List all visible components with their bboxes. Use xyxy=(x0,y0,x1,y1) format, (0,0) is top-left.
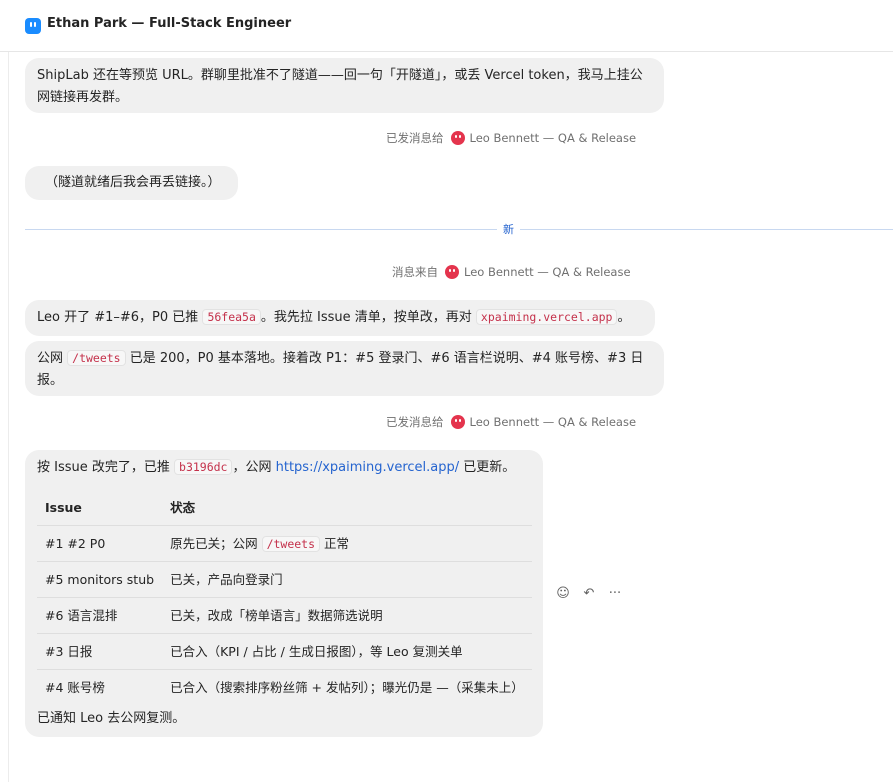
message-bubble[interactable]: Leo 开了 #1–#6，P0 已推 56fea5a 。我先拉 Issue 清单，… xyxy=(25,300,655,336)
table-row: #4 账号榜 已合入（搜索排序粉丝筛 + 发帖列）；曝光仍是 —（采集未上） xyxy=(37,670,532,706)
message-bubble[interactable]: ShipLab 还在等预览 URL。群聊里批准不了隧道——回一句「开隧道」，或丢… xyxy=(25,58,664,113)
issue-cell: #3 日报 xyxy=(37,633,163,670)
message-text: 。 xyxy=(617,310,631,325)
route-code: /tweets xyxy=(67,350,126,366)
table-header-row: Issue 状态 xyxy=(37,490,532,526)
column-header-status: 状态 xyxy=(162,490,532,526)
reply-icon[interactable]: ↶ xyxy=(581,586,597,601)
issue-cell: #4 账号榜 xyxy=(45,679,105,695)
message-bubble[interactable]: 公网 /tweets 已是 200，P0 基本落地。接着改 P1：#5 登录门、… xyxy=(25,341,664,396)
message-text: ShipLab 还在等预览 URL。群聊里批准不了隧道——回一句「开隧道」，或丢… xyxy=(37,68,643,105)
issue-cell: #1 #2 P0 xyxy=(37,525,163,562)
issue-cell: #5 monitors stub xyxy=(37,561,163,598)
site-link[interactable]: https://xpaiming.vercel.app/ xyxy=(276,460,460,475)
message-intro: 按 Issue 改完了，已推 b3196dc ，公网 https://xpaimi… xyxy=(37,456,515,479)
received-meta: 消息来自 Leo Bennett — QA & Release xyxy=(392,264,631,280)
route-code: /tweets xyxy=(261,535,321,552)
chat-title: Ethan Park — Full-Stack Engineer xyxy=(47,16,292,31)
react-icon[interactable]: ☺ xyxy=(555,586,571,601)
issue-cell: #6 语言混排 xyxy=(37,597,163,634)
app-icon xyxy=(25,18,41,34)
issue-table: Issue 状态 #1 #2 P0 原先已关；公网 /tweets 正常 #5 … xyxy=(37,490,532,705)
avatar[interactable] xyxy=(450,131,465,145)
chat-header: Ethan Park — Full-Stack Engineer xyxy=(0,0,893,52)
left-border xyxy=(8,52,9,782)
meta-prefix: 消息来自 xyxy=(392,265,438,279)
commit-hash: b3196dc xyxy=(174,459,233,475)
meta-prefix: 已发消息给 xyxy=(386,415,444,429)
sent-meta: 已发消息给 Leo Bennett — QA & Release xyxy=(386,130,636,146)
domain-code: xpaiming.vercel.app xyxy=(475,309,618,325)
more-options-icon[interactable]: ··· xyxy=(607,586,623,601)
meta-prefix: 已发消息给 xyxy=(386,131,444,145)
message-footer: 已通知 Leo 去公网复测。 xyxy=(37,711,186,726)
avatar[interactable] xyxy=(450,415,465,429)
message-text: （隧道就绪后我会再丢链接。） xyxy=(45,175,221,190)
status-cell: 已合入（搜索排序粉丝筛 + 发帖列）；曝光仍是 —（采集未上） xyxy=(170,679,524,695)
message-text: 已更新。 xyxy=(459,460,516,475)
contact-name[interactable]: Leo Bennett — QA & Release xyxy=(464,265,631,279)
message-text: 按 Issue 改完了，已推 xyxy=(37,460,175,475)
contact-name[interactable]: Leo Bennett — QA & Release xyxy=(470,131,637,145)
message-bubble[interactable]: （隧道就绪后我会再丢链接。） xyxy=(25,166,238,200)
status-cell: 原先已关；公网 /tweets 正常 xyxy=(162,525,532,562)
message-text: 已是 200，P0 基本落地。接着改 P1：#5 登录门、#6 语言栏说明、#4… xyxy=(37,351,644,388)
message-text: Leo 开了 #1–#6，P0 已推 xyxy=(37,310,203,325)
sent-meta: 已发消息给 Leo Bennett — QA & Release xyxy=(386,414,636,430)
table-row: #5 monitors stub 已关，产品向登录门 xyxy=(37,561,532,598)
new-messages-label: 新 xyxy=(497,221,520,237)
status-text: 原先已关；公网 xyxy=(170,535,262,551)
status-cell: 已关，产品向登录门 xyxy=(162,561,532,598)
commit-hash: 56fea5a xyxy=(202,309,261,325)
message-text: 。我先拉 Issue 清单，按单改，再对 xyxy=(260,310,476,325)
table-row: #1 #2 P0 原先已关；公网 /tweets 正常 xyxy=(37,525,532,562)
message-actions: ☺ ↶ ··· xyxy=(555,586,623,601)
table-row: #6 语言混排 已关，改成「榜单语言」数据筛选说明 xyxy=(37,597,532,634)
message-bubble[interactable]: 按 Issue 改完了，已推 b3196dc ，公网 https://xpaimi… xyxy=(25,450,543,737)
column-header-issue: Issue xyxy=(37,490,163,526)
message-text: ，公网 xyxy=(232,460,276,475)
status-cell: 已合入（KPI / 占比 / 生成日报图），等 Leo 复测关单 xyxy=(162,633,532,670)
avatar[interactable] xyxy=(445,265,459,279)
new-messages-divider xyxy=(25,229,893,230)
status-text: 正常 xyxy=(320,535,350,551)
table-row: #3 日报 已合入（KPI / 占比 / 生成日报图），等 Leo 复测关单 xyxy=(37,633,532,670)
message-text: 公网 xyxy=(37,351,68,366)
contact-name[interactable]: Leo Bennett — QA & Release xyxy=(470,415,637,429)
status-cell: 已关，改成「榜单语言」数据筛选说明 xyxy=(162,597,532,634)
